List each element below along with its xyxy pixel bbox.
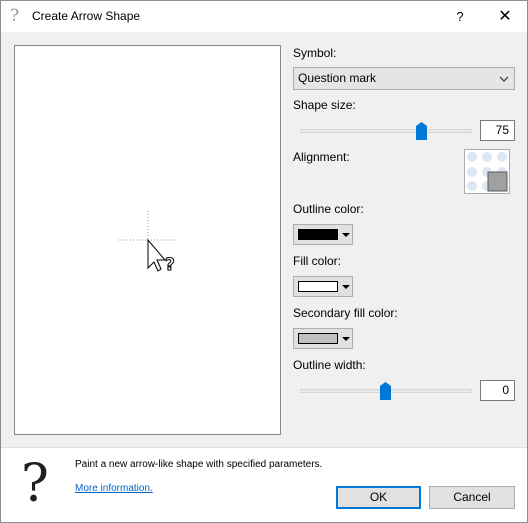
question-cursor-icon: ? (147, 238, 175, 276)
cancel-button[interactable]: Cancel (429, 486, 515, 509)
chevron-down-icon (499, 76, 509, 82)
window-title: Create Arrow Shape (32, 9, 141, 23)
shape-size-slider-thumb[interactable] (416, 122, 427, 140)
shape-size-label: Shape size: (293, 98, 356, 112)
outline-width-slider-thumb[interactable] (380, 382, 391, 400)
help-button[interactable]: ? (444, 1, 476, 32)
shape-size-slider-track[interactable] (300, 129, 472, 133)
title-bar: ? Create Arrow Shape ? ✕ (1, 1, 527, 32)
outline-color-swatch (298, 229, 338, 240)
fill-color-button[interactable] (293, 276, 353, 297)
svg-text:?: ? (165, 255, 175, 275)
dropdown-arrow-icon (342, 233, 350, 237)
dialog-footer: ? Paint a new arrow-like shape with spec… (1, 447, 527, 522)
question-icon: ? (10, 6, 20, 26)
outline-width-label: Outline width: (293, 358, 366, 372)
alignment-grid (467, 152, 508, 192)
secondary-fill-color-button[interactable] (293, 328, 353, 349)
preview-canvas: ? (118, 211, 177, 276)
fill-color-label: Fill color: (293, 254, 342, 268)
dropdown-arrow-icon (342, 337, 350, 341)
create-arrow-shape-dialog: ? Create Arrow Shape ? ✕ ? Symbol: Quest… (0, 0, 528, 523)
symbol-select[interactable]: Question mark (293, 67, 515, 90)
outline-width-input[interactable]: 0 (480, 380, 515, 401)
symbol-label: Symbol: (293, 46, 337, 60)
footer-description: Paint a new arrow-like shape with specif… (75, 459, 323, 470)
more-information-link[interactable]: More information. (75, 483, 153, 494)
alignment-label: Alignment: (293, 150, 350, 164)
question-icon: ? (21, 454, 49, 514)
shape-preview: ? (14, 45, 281, 435)
secondary-fill-color-swatch (298, 333, 338, 344)
outline-color-button[interactable] (293, 224, 353, 245)
shape-size-input[interactable]: 75 (480, 120, 515, 141)
dropdown-arrow-icon (342, 285, 350, 289)
alignment-picker[interactable] (464, 149, 510, 194)
ok-button[interactable]: OK (336, 486, 421, 509)
symbol-select-value: Question mark (298, 71, 377, 85)
secondary-fill-color-label: Secondary fill color: (293, 306, 398, 320)
outline-color-label: Outline color: (293, 202, 364, 216)
fill-color-swatch (298, 281, 338, 292)
close-button[interactable]: ✕ (483, 1, 527, 32)
